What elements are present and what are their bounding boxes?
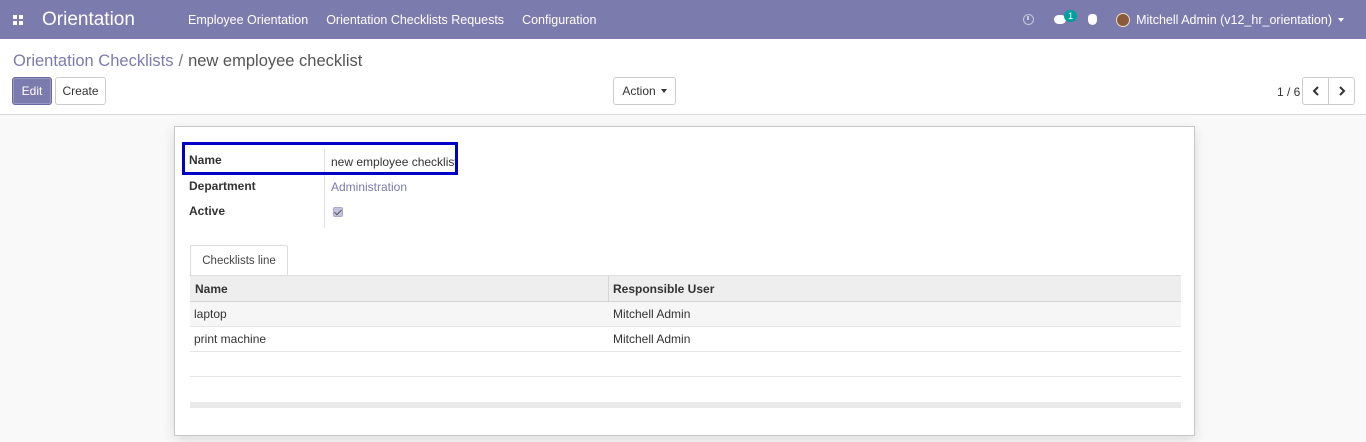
breadcrumb-separator: / [178, 52, 184, 70]
chevron-down-icon [660, 89, 667, 93]
systray: 1 Mitchell Admin (v12_hr_orientation) [1012, 0, 1366, 39]
column-header-responsible-user[interactable]: Responsible User [609, 282, 714, 296]
pager-value[interactable]: 1 / 6 [1277, 85, 1300, 99]
cell-name: laptop [194, 307, 227, 321]
table-row[interactable]: print machine Mitchell Admin [190, 327, 1181, 352]
cell-name: print machine [194, 332, 267, 346]
pager-previous-button[interactable] [1302, 77, 1329, 105]
menu-orientation-checklists-requests[interactable]: Orientation Checklists Requests [326, 13, 504, 27]
activity-clock-icon[interactable] [1012, 0, 1044, 39]
app-title[interactable]: Orientation [42, 9, 188, 31]
action-dropdown-button[interactable]: Action [613, 77, 676, 105]
pager-next-button[interactable] [1328, 77, 1355, 105]
department-link[interactable]: Administration [331, 180, 407, 194]
edit-button[interactable]: Edit [12, 77, 52, 105]
empty-row [190, 352, 1181, 377]
action-label: Action [622, 84, 656, 98]
cell-responsible-user: Mitchell Admin [613, 307, 691, 321]
top-navbar: Orientation Employee Orientation Orienta… [0, 0, 1366, 39]
avatar [1116, 12, 1131, 27]
chevron-down-icon [1338, 17, 1344, 22]
table-header: Name Responsible User [190, 275, 1181, 302]
tab-checklists-line[interactable]: Checklists line [190, 245, 288, 276]
user-menu[interactable]: Mitchell Admin (v12_hr_orientation) [1116, 12, 1344, 27]
name-field-highlight [182, 142, 458, 175]
user-label: Mitchell Admin (v12_hr_orientation) [1136, 12, 1332, 27]
table-row[interactable]: laptop Mitchell Admin [190, 302, 1181, 327]
control-panel: Orientation Checklists / new employee chec… [0, 39, 1366, 115]
debug-bug-icon[interactable] [1076, 0, 1108, 39]
table-footer [190, 402, 1181, 408]
form-sheet: Name new employee checklist Department A… [174, 126, 1195, 436]
chevron-right-icon [1338, 86, 1345, 96]
menu-employee-orientation[interactable]: Employee Orientation [188, 13, 308, 27]
breadcrumb-current: new employee checklist [188, 52, 363, 70]
apps-menu-icon[interactable] [0, 0, 28, 39]
create-button[interactable]: Create [55, 77, 106, 105]
department-label: Department [189, 179, 256, 193]
active-checkbox [333, 207, 343, 217]
breadcrumb-parent[interactable]: Orientation Checklists [13, 52, 173, 70]
checklist-lines-table: Name Responsible User laptop Mitchell Ad… [190, 275, 1181, 408]
messaging-icon[interactable]: 1 [1044, 0, 1078, 39]
main-menu: Employee Orientation Orientation Checkli… [188, 13, 614, 27]
chevron-left-icon [1312, 86, 1319, 96]
breadcrumb: Orientation Checklists / new employee chec… [13, 52, 362, 71]
cell-responsible-user: Mitchell Admin [613, 332, 691, 346]
active-label: Active [189, 204, 226, 218]
menu-configuration[interactable]: Configuration [522, 13, 596, 27]
column-header-name[interactable]: Name [190, 275, 609, 302]
